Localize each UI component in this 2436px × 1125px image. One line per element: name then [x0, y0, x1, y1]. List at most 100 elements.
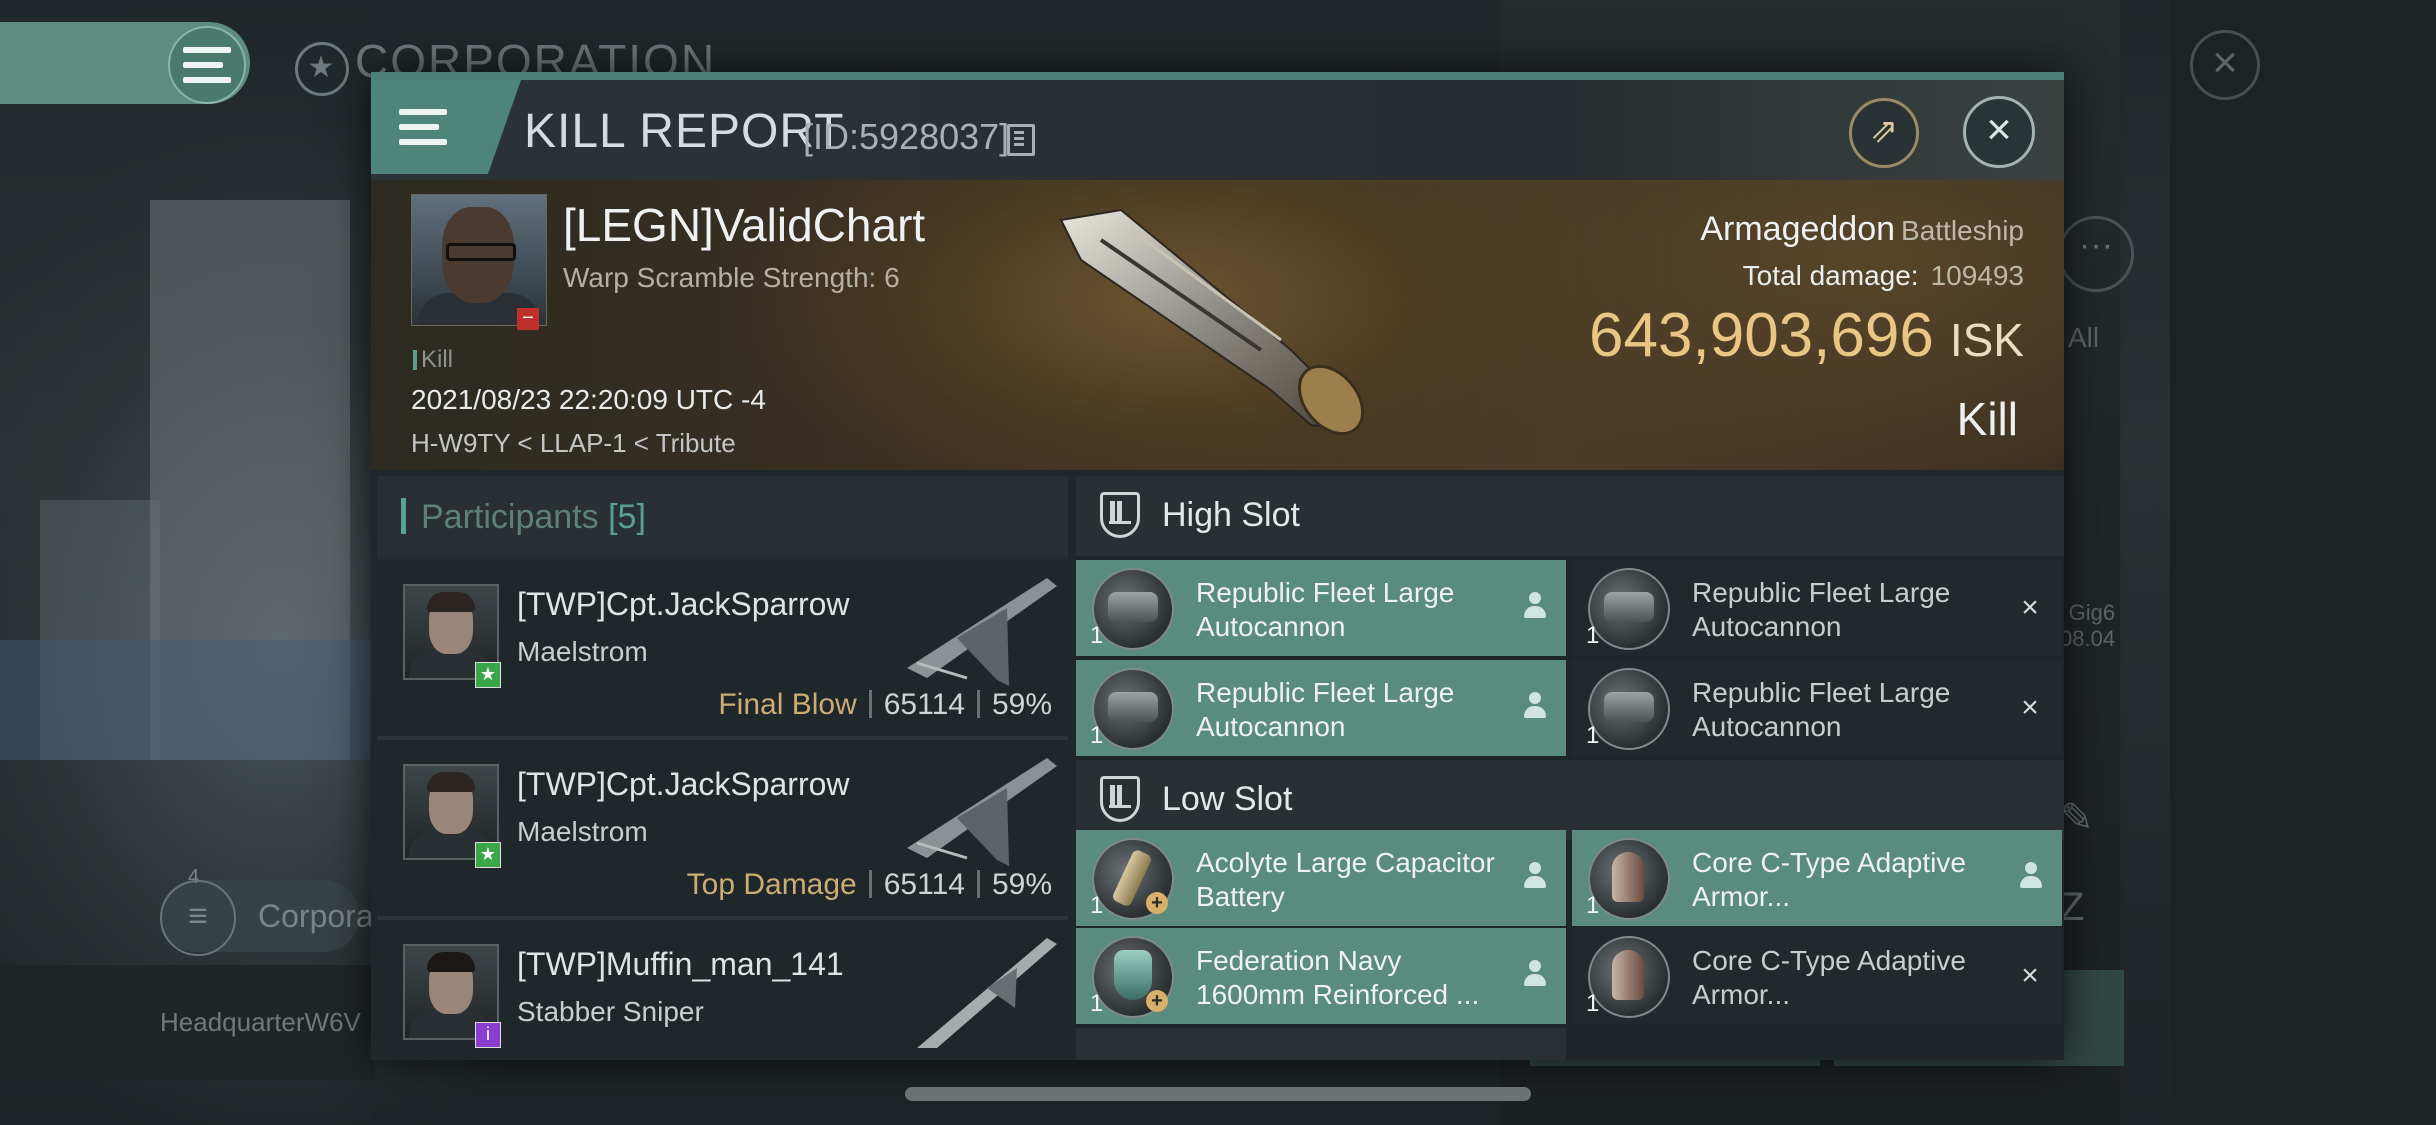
module-name: Acolyte Large Capacitor Battery [1196, 847, 1495, 912]
menu-icon [168, 26, 246, 104]
dropped-person-icon [1522, 692, 1548, 722]
kill-datetime: 2021/08/23 22:20:09 UTC -4 [411, 384, 766, 415]
close-button[interactable]: × [1963, 96, 2035, 168]
module-item[interactable]: 1 Republic Fleet Large Autocannon [1076, 560, 1566, 656]
module-name: Core C-Type Adaptive Armor... [1692, 945, 1966, 1010]
destroyed-x-icon: × [2021, 691, 2039, 724]
participant-ship: Maelstrom [517, 816, 648, 847]
high-slot-icon [1100, 492, 1140, 538]
participant-stats: Final Blow 65114 59% [718, 688, 1052, 721]
module-name: Republic Fleet Large Autocannon [1196, 677, 1455, 742]
module-item[interactable]: 1 Republic Fleet Large Autocannon × [1572, 660, 2062, 756]
victim-banner: − [LEGN]ValidChart Warp Scramble Strengt… [371, 180, 2064, 470]
module-qty: 1 [1090, 622, 1104, 649]
corporation-tab-label: Corpora [258, 898, 374, 934]
participant-ship: Maelstrom [517, 636, 648, 667]
armor-hardener-icon [1588, 838, 1670, 920]
low-slot-icon [1100, 776, 1140, 822]
list-icon: ≡ [160, 880, 236, 956]
autocannon-icon [1588, 568, 1670, 650]
module-qty: 1 [1090, 892, 1104, 919]
corp-badge-icon: i [475, 1022, 501, 1048]
low-slot-header: Low Slot [1076, 760, 2064, 840]
participant-ship-image [907, 578, 1057, 686]
victim-name[interactable]: [LEGN]ValidChart [563, 198, 925, 252]
copy-icon[interactable] [1007, 124, 1035, 156]
participant-row[interactable]: ★ [TWP]Cpt.JackSparrow Maelstrom Final B… [377, 560, 1068, 740]
module-name: Republic Fleet Large Autocannon [1692, 677, 1951, 742]
module-name: Federation Navy 1600mm Reinforced ... [1196, 945, 1480, 1010]
kill-result: Kill [1956, 393, 2018, 445]
module-item-partial[interactable] [1076, 1028, 1566, 1060]
module-item[interactable]: 1 Republic Fleet Large Autocannon × [1572, 560, 2062, 656]
edit-icon[interactable]: ✎ [2060, 795, 2094, 841]
armor-plate-icon: + [1092, 936, 1174, 1018]
participant-ship-image [917, 938, 1057, 1048]
module-name: Republic Fleet Large Autocannon [1692, 577, 1951, 642]
autocannon-icon [1588, 668, 1670, 750]
dialog-header: KILL REPORT [ID:5928037] ⇗ × [371, 80, 2064, 180]
total-damage: Total damage: 109493 [1742, 260, 2024, 291]
module-item[interactable]: 1 Core C-Type Adaptive Armor... [1572, 830, 2062, 926]
kill-location[interactable]: H-W9TY < LLAP-1 < Tribute [411, 428, 736, 459]
headquarter-label: HeadquarterW6V [160, 1007, 361, 1037]
module-item[interactable]: + 1 Acolyte Large Capacitor Battery [1076, 830, 1566, 926]
module-name: Core C-Type Adaptive Armor... [1692, 847, 1966, 912]
participant-ship: Stabber Sniper [517, 996, 704, 1027]
module-item[interactable]: + 1 Federation Navy 1600mm Reinforced ..… [1076, 928, 1566, 1024]
corp-star-icon: ★ [475, 842, 501, 868]
module-qty: 1 [1586, 622, 1600, 649]
participants-panel[interactable]: Participants [5] ★ [TWP]Cpt.JackSparrow … [377, 476, 1068, 1060]
capacitor-battery-icon: + [1092, 838, 1174, 920]
participants-header: Participants [5] [377, 476, 1068, 556]
participant-row[interactable]: ★ [TWP]Cpt.JackSparrow Maelstrom Top Dam… [377, 740, 1068, 920]
fitting-panel[interactable]: High Slot 1 Republic Fleet Large Autocan… [1076, 476, 2064, 1060]
all-label: All [2068, 322, 2100, 353]
high-slot-header: High Slot [1076, 476, 2064, 556]
dropped-person-icon [1522, 960, 1548, 990]
participant-name: [TWP]Cpt.JackSparrow [517, 766, 850, 802]
victim-ship-image[interactable] [1041, 200, 1401, 440]
module-item[interactable]: 1 Republic Fleet Large Autocannon [1076, 660, 1566, 756]
module-qty: 1 [1090, 722, 1104, 749]
dialog-menu-button[interactable] [371, 80, 521, 174]
participant-ship-image [907, 758, 1057, 866]
armor-hardener-icon [1588, 936, 1670, 1018]
background-close-icon[interactable]: × [2190, 30, 2260, 100]
module-qty: 1 [1586, 722, 1600, 749]
standing-badge-icon: − [517, 308, 539, 330]
module-name: Republic Fleet Large Autocannon [1196, 577, 1455, 642]
module-qty: 1 [1586, 892, 1600, 919]
participant-name: [TWP]Cpt.JackSparrow [517, 586, 850, 622]
corporation-menu-button[interactable] [0, 22, 250, 104]
menu-icon [399, 109, 447, 145]
participant-name: [TWP]Muffin_man_141 [517, 946, 844, 982]
destroyed-x-icon: × [2021, 959, 2039, 992]
star-icon: ★ [295, 42, 349, 96]
low-slot-title: Low Slot [1162, 780, 1293, 818]
gig-text: Gig6 08.04 [2060, 600, 2116, 651]
more-options-icon[interactable]: ··· [2058, 216, 2134, 292]
kill-tag: Kill [413, 346, 453, 374]
participant-row[interactable]: i [TWP]Muffin_man_141 Stabber Sniper [377, 920, 1068, 1060]
share-icon: ⇗ [1869, 112, 1899, 150]
dropped-person-icon [1522, 592, 1548, 622]
dropped-person-icon [2018, 862, 2044, 892]
dialog-title: KILL REPORT [524, 105, 845, 158]
background-panel [2170, 0, 2436, 1125]
close-icon: × [1986, 105, 2012, 154]
corp-star-icon: ★ [475, 662, 501, 688]
autocannon-icon [1092, 568, 1174, 650]
high-slot-title: High Slot [1162, 496, 1300, 534]
share-button[interactable]: ⇗ [1849, 98, 1919, 168]
autocannon-icon [1092, 668, 1174, 750]
module-item[interactable]: 1 Core C-Type Adaptive Armor... × [1572, 928, 2062, 1024]
module-qty: 1 [1090, 990, 1104, 1017]
module-qty: 1 [1586, 990, 1600, 1017]
victim-subtitle: Warp Scramble Strength: 6 [563, 262, 900, 293]
kill-report-dialog: KILL REPORT [ID:5928037] ⇗ × − [LEGN]Val… [371, 72, 2064, 1060]
isk-value: 643,903,696 ISK [1589, 301, 2024, 370]
corporation-tab[interactable]: 4 ≡ Corpora [160, 866, 374, 956]
participant-stats: Top Damage 65114 59% [686, 868, 1052, 901]
home-indicator[interactable] [905, 1087, 1531, 1101]
